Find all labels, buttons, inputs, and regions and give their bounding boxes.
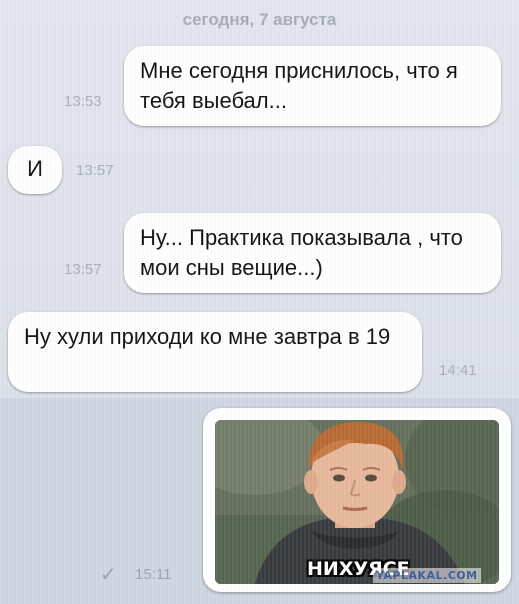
check-icon: ✓ xyxy=(100,564,117,586)
message-time: 14:41 xyxy=(439,362,477,379)
outgoing-message-bubble[interactable]: Мне сегодня приснилось, что я тебя выеба… xyxy=(124,46,501,126)
message-time: 13:53 xyxy=(64,93,102,110)
outgoing-message-bubble[interactable]: Ну... Практика показывала , что мои сны … xyxy=(124,213,501,293)
message-time: 13:57 xyxy=(64,261,102,278)
chat-screen: сегодня, 7 августа 13:53 Мне сегодня при… xyxy=(0,0,519,604)
photo-message-bubble[interactable]: НИХУЯСЕ YAPLAKAL.COM xyxy=(203,408,511,592)
message-time: 13:57 xyxy=(76,162,114,179)
date-header: сегодня, 7 августа xyxy=(182,10,337,29)
watermark: YAPLAKAL.COM xyxy=(373,568,481,583)
message-time: 15:11 xyxy=(135,566,172,583)
meme-photo[interactable]: НИХУЯСЕ YAPLAKAL.COM xyxy=(215,420,499,584)
incoming-message-bubble[interactable]: И xyxy=(8,146,62,194)
incoming-message-bubble[interactable]: Ну хули приходи ко мне завтра в 19 xyxy=(8,312,422,392)
